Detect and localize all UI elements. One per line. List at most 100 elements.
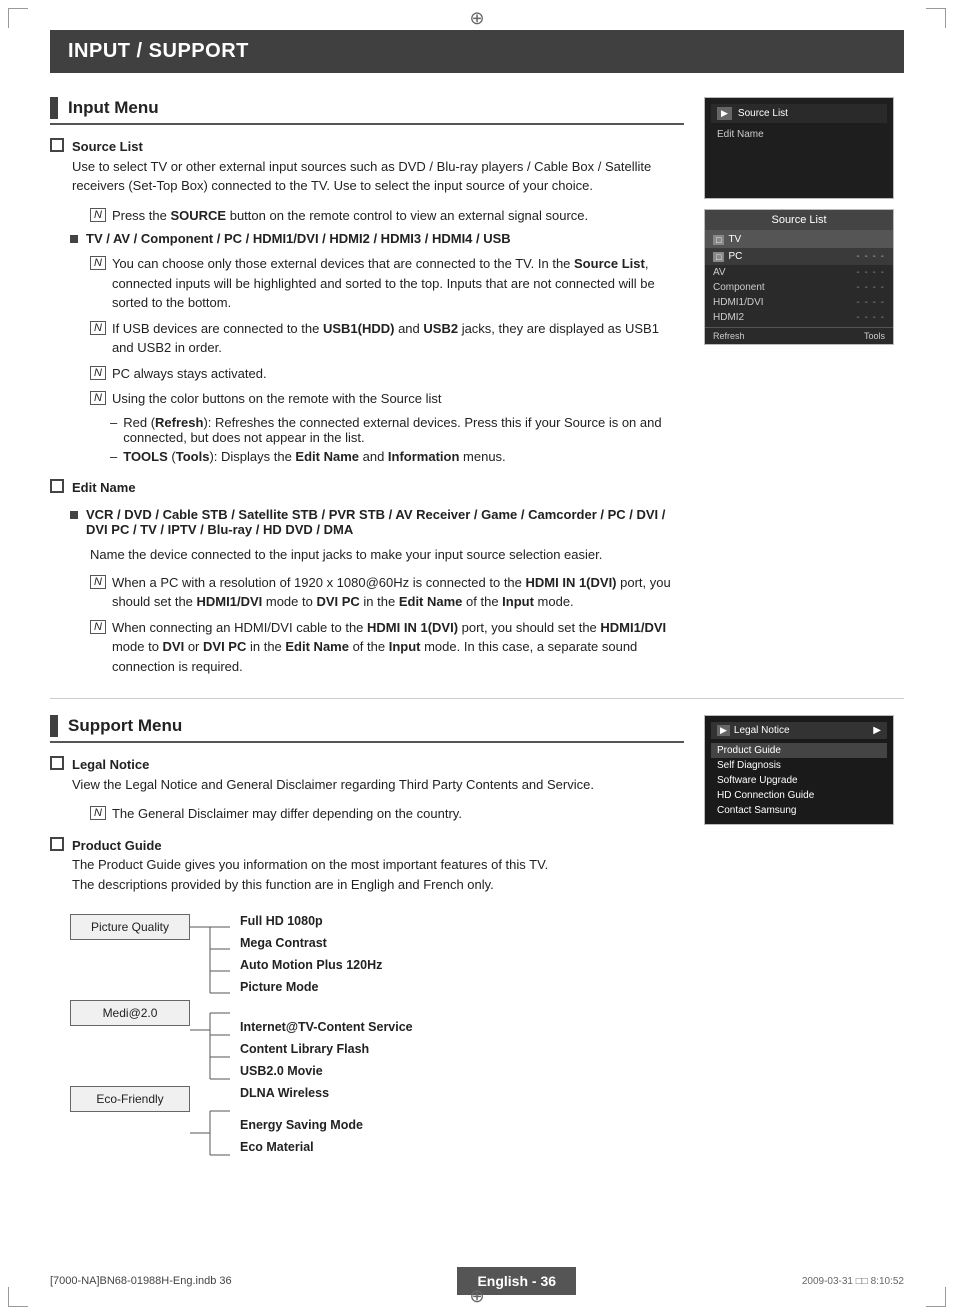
dash-sym-2: – — [110, 449, 117, 464]
note-icon-1: N — [90, 208, 106, 222]
support-panel-item-0: Product Guide — [711, 743, 887, 758]
subsection-bar-2 — [50, 715, 58, 737]
diagram-spacer2 — [70, 1026, 190, 1086]
product-guide-desc1: The Product Guide gives you information … — [72, 857, 548, 872]
input-menu-title: Input Menu — [68, 98, 159, 118]
edit-name-section: Edit Name — [50, 478, 684, 498]
diagram-item-auto: Auto Motion Plus 120Hz — [240, 954, 413, 976]
diagram-item-mega: Mega Contrast — [240, 932, 413, 954]
diagram-item-ecomaterial: Eco Material — [240, 1136, 413, 1158]
diagram-item-content: Content Library Flash — [240, 1038, 413, 1060]
corner-mark-tr — [926, 8, 946, 28]
checkbox-icon-2 — [50, 479, 64, 493]
tv-panel-refresh-label: Refresh — [713, 331, 745, 341]
support-panel-header: ▶ Legal Notice ▶ — [711, 722, 887, 739]
diagram-item-energy: Energy Saving Mode — [240, 1114, 413, 1136]
support-panel-item-2: Software Upgrade — [711, 773, 887, 788]
product-guide-desc2: The descriptions provided by this functi… — [72, 877, 494, 892]
tv-icon: □ — [713, 235, 724, 245]
edit-name-note1-text: When a PC with a resolution of 1920 x 10… — [112, 573, 684, 612]
diagram-connectors-svg — [190, 910, 240, 1170]
product-guide-section: Product Guide The Product Guide gives yo… — [50, 836, 684, 895]
tv-panel-tools-label: Tools — [864, 331, 885, 341]
diagram-left-boxes: Picture Quality Medi@2.0 Eco-Friendly — [70, 910, 190, 1170]
source-list-heading: Source List — [72, 139, 143, 154]
source-list-note1: N Press the SOURCE button on the remote … — [90, 206, 684, 226]
source-list-dash1: – Red (Refresh): Refreshes the connected… — [110, 415, 684, 445]
tv-panel-input-header: ▶ Source List — [711, 104, 887, 123]
source-list-bullet: TV / AV / Component / PC / HDMI1/DVI / H… — [70, 231, 684, 246]
tv-panel-source-title: Source List — [705, 210, 893, 231]
diagram-box-eco: Eco-Friendly — [70, 1086, 190, 1112]
tv-panel-hdmi2: HDMI2- - - - — [705, 310, 893, 325]
diagram-item-usb: USB2.0 Movie — [240, 1060, 413, 1082]
diagram-right-labels: Full HD 1080p Mega Contrast Auto Motion … — [240, 910, 413, 1170]
note-icon-6: N — [90, 575, 106, 589]
source-list-dash2-text: TOOLS (Tools): Displays the Edit Name an… — [123, 449, 505, 464]
source-list-note3-text: If USB devices are connected to the USB1… — [112, 319, 684, 358]
pc-label: PC — [728, 251, 852, 262]
source-list-bullet-text: TV / AV / Component / PC / HDMI1/DVI / H… — [86, 231, 511, 246]
tv-panel-source: Source List □ TV □ PC - - - - AV- - - - … — [704, 209, 894, 345]
support-panel-title: Legal Notice — [734, 725, 790, 736]
legal-notice-note: N The General Disclaimer may differ depe… — [90, 804, 684, 824]
section-divider-1 — [50, 698, 904, 699]
tv-panel-input: ▶ Source List Edit Name — [704, 97, 894, 199]
diagram-item-picmode: Picture Mode — [240, 976, 413, 998]
tv-panel-source-tv: □ TV — [705, 231, 893, 248]
source-list-note4: N PC always stays activated. — [90, 364, 684, 384]
diagram-spacer1 — [70, 940, 190, 1000]
product-guide-diagram: Picture Quality Medi@2.0 Eco-Friendly — [70, 910, 684, 1170]
tv-panel-component: Component- - - - — [705, 280, 893, 295]
diagram-item-internet: Internet@TV-Content Service — [240, 1016, 413, 1038]
source-list-note5-text: Using the color buttons on the remote wi… — [112, 389, 684, 409]
page-title: INPUT / SUPPORT — [50, 30, 904, 73]
bullet-icon-2 — [70, 511, 78, 519]
tv-panel-input-icon: ▶ — [717, 107, 732, 120]
source-list-note3: N If USB devices are connected to the US… — [90, 319, 684, 358]
note-icon-4: N — [90, 366, 106, 380]
tv-panel-input-title: Source List — [738, 108, 788, 119]
edit-name-heading: Edit Name — [72, 480, 136, 495]
tv-label: TV — [728, 234, 741, 245]
source-list-note4-text: PC always stays activated. — [112, 364, 684, 384]
legal-notice-note-text: The General Disclaimer may differ depend… — [112, 804, 684, 824]
source-list-note5: N Using the color buttons on the remote … — [90, 389, 684, 409]
diagram-item-fullhd: Full HD 1080p — [240, 910, 413, 932]
footer-left: [7000-NA]BN68-01988H-Eng.indb 36 — [50, 1275, 232, 1287]
checkbox-icon — [50, 138, 64, 152]
pc-dots: - - - - — [856, 251, 885, 262]
tv-panel-av: AV- - - - — [705, 265, 893, 280]
support-menu-header: Support Menu — [50, 715, 684, 743]
support-panel-icon: ▶ — [717, 725, 730, 736]
tv-panel-source-pc: □ PC - - - - — [705, 248, 893, 265]
diagram-item-dlna: DLNA Wireless — [240, 1082, 413, 1104]
support-panel-area: ▶ Legal Notice ▶ Product Guide Self Diag… — [704, 715, 904, 1186]
crosshair-bottom-icon: ⊕ — [469, 1286, 484, 1307]
legal-notice-description: View the Legal Notice and General Discla… — [72, 777, 594, 792]
input-menu-header: Input Menu — [50, 97, 684, 125]
support-panel-arrow: ▶ — [873, 725, 881, 736]
note-icon-3: N — [90, 321, 106, 335]
tv-panel-input-spacer — [711, 142, 887, 192]
support-panel-item-4: Contact Samsung — [711, 803, 887, 818]
checkbox-icon-3 — [50, 756, 64, 770]
edit-name-bullet: VCR / DVD / Cable STB / Satellite STB / … — [70, 507, 684, 537]
source-list-section: Source List Use to select TV or other ex… — [50, 137, 684, 196]
tv-panel-source-footer: Refresh Tools — [705, 327, 893, 344]
source-list-note2: N You can choose only those external dev… — [90, 254, 684, 313]
tv-screenshots-panel: ▶ Source List Edit Name Source List □ TV… — [704, 97, 904, 682]
source-list-note2-text: You can choose only those external devic… — [112, 254, 684, 313]
crosshair-top-icon: ⊕ — [469, 8, 484, 29]
edit-name-bullet-text: VCR / DVD / Cable STB / Satellite STB / … — [86, 507, 684, 537]
support-menu-title: Support Menu — [68, 716, 182, 736]
support-panel-screenshot: ▶ Legal Notice ▶ Product Guide Self Diag… — [704, 715, 894, 825]
support-panel-item-3: HD Connection Guide — [711, 788, 887, 803]
edit-name-note2: N When connecting an HDMI/DVI cable to t… — [90, 618, 684, 677]
note-icon-2: N — [90, 256, 106, 270]
diagram-box-picture: Picture Quality — [70, 914, 190, 940]
edit-name-note2-text: When connecting an HDMI/DVI cable to the… — [112, 618, 684, 677]
note-icon-5: N — [90, 391, 106, 405]
source-list-note1-text: Press the SOURCE button on the remote co… — [112, 206, 684, 226]
tv-panel-hdmi1: HDMI1/DVI- - - - — [705, 295, 893, 310]
